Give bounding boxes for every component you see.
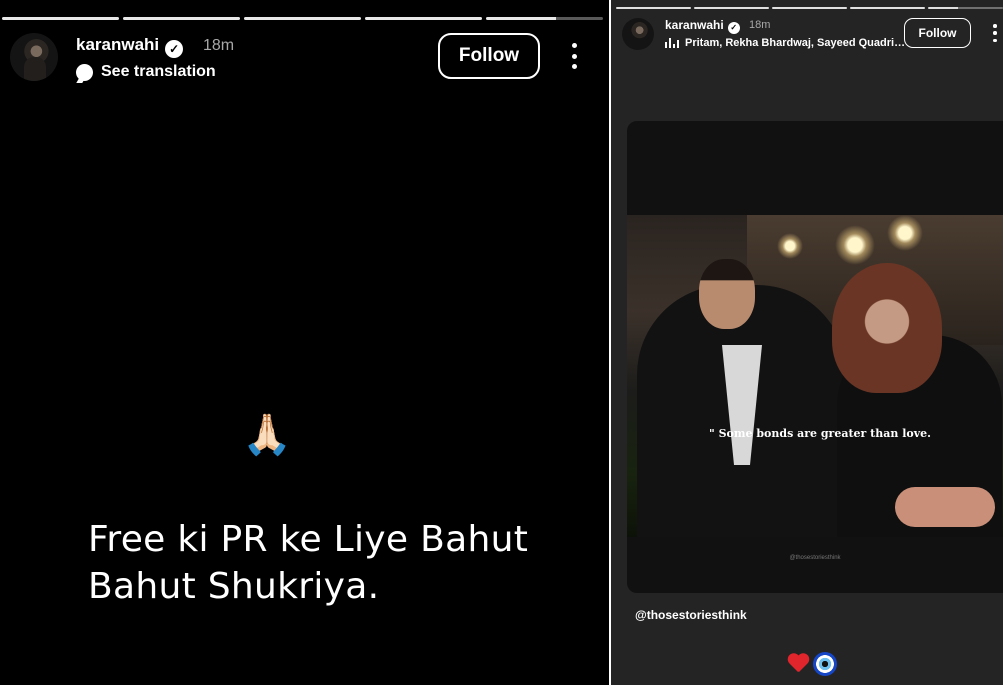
- username-text[interactable]: karanwahi: [665, 18, 724, 32]
- progress-segment: [928, 7, 1003, 9]
- more-icon[interactable]: [568, 43, 580, 69]
- music-info[interactable]: Pritam, Rekha Bhardwaj, Sayeed Quadri…: [665, 37, 905, 49]
- left-story[interactable]: karanwahi ✓ 18m See translation Follow 🙏🏻…: [0, 0, 609, 685]
- praying-hands-emoji: 🙏🏻: [242, 412, 292, 458]
- music-artists: Pritam, Rekha Bhardwaj, Sayeed Quadri…: [685, 37, 906, 49]
- username[interactable]: karanwahi ✓: [76, 35, 184, 58]
- music-icon: [665, 38, 679, 48]
- progress-segment: [772, 7, 847, 9]
- more-icon[interactable]: [992, 24, 998, 42]
- mention-link[interactable]: @thosestoriesthink: [635, 608, 747, 622]
- nazar-emoji: [813, 652, 837, 676]
- see-translation-button[interactable]: See translation: [76, 63, 216, 81]
- reshared-post-card[interactable]: " Some bonds are greater than love. @tho…: [627, 121, 1003, 593]
- story-progress: [2, 17, 603, 20]
- follow-button[interactable]: Follow: [438, 33, 540, 79]
- avatar[interactable]: [10, 33, 58, 81]
- movie-still-image: " Some bonds are greater than love.: [627, 215, 1003, 537]
- see-translation-label: See translation: [101, 63, 216, 80]
- progress-segment: [616, 7, 691, 9]
- translate-icon: [76, 63, 93, 81]
- progress-segment: [850, 7, 925, 9]
- story-progress: [616, 7, 1003, 9]
- story-caption: Free ki PR ke Liye Bahut Bahut Shukriya.: [88, 519, 529, 607]
- username[interactable]: karanwahi ✓: [665, 18, 740, 34]
- watermark: @thosestoriesthink: [789, 555, 841, 561]
- progress-segment: [486, 17, 603, 20]
- progress-segment: [365, 17, 482, 20]
- progress-segment: [694, 7, 769, 9]
- username-text[interactable]: karanwahi: [76, 35, 159, 54]
- emoji-row: [787, 652, 837, 676]
- heart-emoji: [787, 654, 809, 674]
- story-header: karanwahi ✓ 18m See translation Follow: [10, 33, 609, 83]
- progress-segment: [2, 17, 119, 20]
- progress-segment: [123, 17, 240, 20]
- follow-button[interactable]: Follow: [904, 18, 971, 48]
- verified-icon: ✓: [727, 22, 740, 34]
- quote-text: " Some bonds are greater than love.: [709, 427, 931, 440]
- progress-segment: [244, 17, 361, 20]
- verified-icon: ✓: [165, 40, 184, 58]
- right-story[interactable]: karanwahi ✓ 18m Pritam, Rekha Bhardwaj, S…: [611, 0, 1003, 685]
- post-time: 18m: [749, 19, 771, 31]
- post-time: 18m: [203, 37, 235, 54]
- avatar[interactable]: [622, 18, 654, 50]
